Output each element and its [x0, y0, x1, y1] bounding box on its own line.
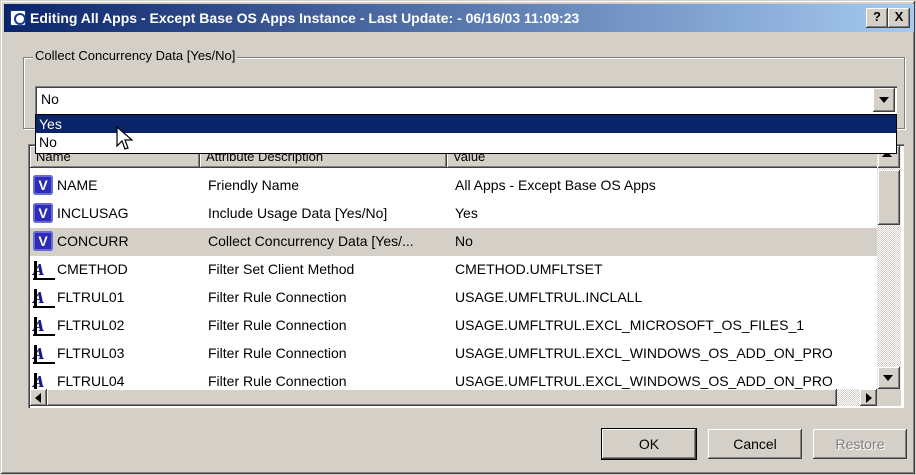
chevron-down-icon — [879, 97, 889, 103]
combobox-value: No — [41, 91, 59, 107]
connection-icon: A — [33, 316, 55, 336]
row-name: FLTRUL04 — [57, 373, 125, 389]
row-description: Filter Rule Connection — [208, 317, 347, 333]
restore-button[interactable]: Restore — [813, 429, 907, 459]
variable-icon: V — [33, 231, 53, 251]
scrollbar-corner — [877, 389, 901, 406]
cancel-button[interactable]: Cancel — [708, 429, 802, 459]
vertical-scrollbar[interactable] — [877, 146, 901, 389]
help-button[interactable]: ? — [866, 8, 888, 28]
ok-button[interactable]: OK — [601, 428, 697, 460]
row-name: FLTRUL02 — [57, 317, 125, 333]
table-row[interactable]: A FLTRUL01 Filter Rule Connection USAGE.… — [30, 284, 877, 312]
table-row-selected[interactable]: V CONCURR Collect Concurrency Data [Yes/… — [30, 228, 877, 256]
row-name: NAME — [57, 177, 98, 193]
window-title: Editing All Apps - Except Base OS Apps I… — [30, 10, 580, 26]
table-row[interactable]: A FLTRUL03 Filter Rule Connection USAGE.… — [30, 340, 877, 368]
dialog-window: Editing All Apps - Except Base OS Apps I… — [0, 0, 916, 475]
dropdown-option-yes[interactable]: Yes — [36, 115, 896, 133]
combobox-dropdown-button[interactable] — [873, 88, 895, 112]
groupbox-legend: Collect Concurrency Data [Yes/No] — [33, 48, 238, 63]
row-value: All Apps - Except Base OS Apps — [455, 177, 656, 193]
row-name: FLTRUL03 — [57, 345, 125, 361]
connection-icon: A — [33, 344, 55, 364]
title-bar[interactable]: Editing All Apps - Except Base OS Apps I… — [4, 4, 914, 32]
row-value: Yes — [455, 205, 478, 221]
close-button[interactable]: X — [888, 8, 910, 28]
arrow-down-icon — [883, 375, 893, 381]
row-description: Filter Rule Connection — [208, 345, 347, 361]
row-value: USAGE.UMFLTRUL.EXCL_WINDOWS_OS_ADD_ON_PR… — [455, 345, 833, 361]
row-description: Include Usage Data [Yes/No] — [208, 205, 388, 221]
variable-icon: V — [33, 203, 53, 223]
horizontal-scrollbar[interactable] — [30, 389, 877, 406]
dropdown-option-no[interactable]: No — [36, 133, 896, 151]
combobox-dropdown-list[interactable]: Yes No — [35, 114, 897, 154]
scroll-right-button[interactable] — [860, 389, 877, 406]
table-row[interactable]: V INCLUSAG Include Usage Data [Yes/No] Y… — [30, 200, 877, 228]
row-name: INCLUSAG — [57, 205, 129, 221]
arrow-right-icon — [866, 393, 872, 403]
connection-icon: A — [33, 260, 55, 280]
scroll-down-button[interactable] — [878, 367, 900, 389]
row-name: CMETHOD — [57, 261, 128, 277]
row-value: USAGE.UMFLTRUL.EXCL_WINDOWS_OS_ADD_ON_PR… — [455, 373, 833, 389]
row-description: Friendly Name — [208, 177, 300, 193]
vertical-scroll-thumb[interactable] — [878, 170, 900, 225]
row-description: Collect Concurrency Data [Yes/... — [208, 233, 414, 249]
scroll-left-button[interactable] — [30, 389, 47, 406]
list-rows: V NAME Friendly Name All Apps - Except B… — [30, 172, 877, 396]
row-description: Filter Set Client Method — [208, 261, 355, 277]
row-description: Filter Rule Connection — [208, 373, 347, 389]
arrow-left-icon — [35, 393, 41, 403]
mouse-cursor-icon — [116, 126, 134, 150]
app-icon — [10, 10, 26, 26]
row-value: CMETHOD.UMFLTSET — [455, 261, 603, 277]
connection-icon: A — [33, 288, 55, 308]
row-value: USAGE.UMFLTRUL.EXCL_MICROSOFT_OS_FILES_1 — [455, 317, 805, 333]
row-value: USAGE.UMFLTRUL.INCLALL — [455, 289, 643, 305]
table-row[interactable]: A CMETHOD Filter Set Client Method CMETH… — [30, 256, 877, 284]
title-buttons: ? X — [866, 8, 910, 28]
table-row[interactable]: V NAME Friendly Name All Apps - Except B… — [30, 172, 877, 200]
row-name: CONCURR — [57, 233, 129, 249]
variable-icon: V — [33, 175, 53, 195]
row-name: FLTRUL01 — [57, 289, 125, 305]
concurrency-combobox[interactable]: No — [35, 86, 897, 114]
row-value: No — [455, 233, 473, 249]
attribute-list[interactable]: Name Attribute Description Value V NAME … — [28, 144, 904, 408]
row-description: Filter Rule Connection — [208, 289, 347, 305]
horizontal-scroll-thumb[interactable] — [47, 389, 837, 406]
table-row[interactable]: A FLTRUL02 Filter Rule Connection USAGE.… — [30, 312, 877, 340]
